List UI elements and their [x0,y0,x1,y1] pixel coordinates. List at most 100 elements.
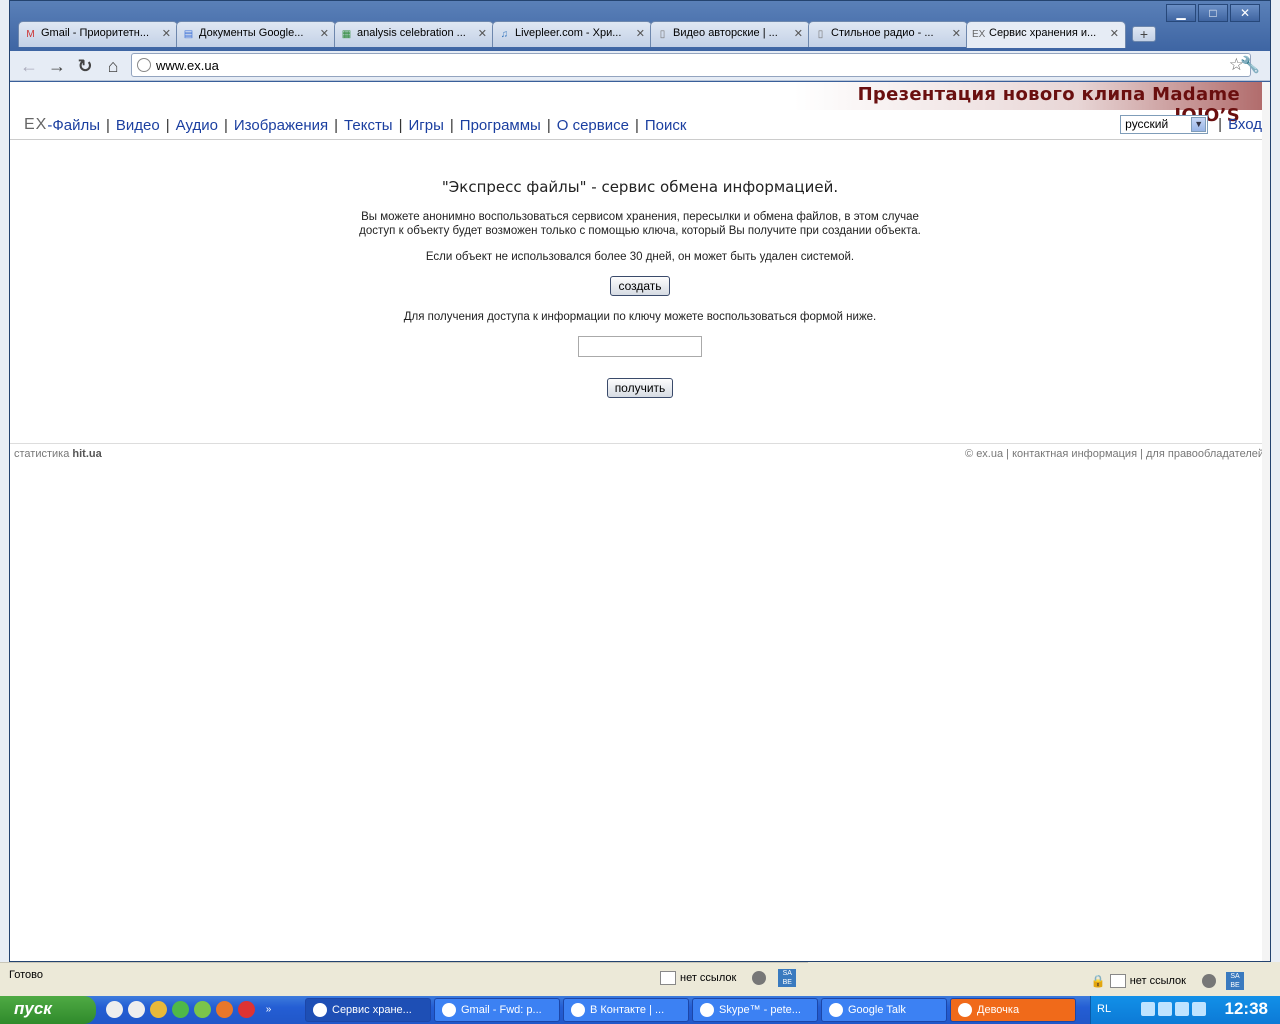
browser-tab[interactable]: M Gmail - Приоритетн... ✕ [18,21,178,47]
address-bar[interactable]: www.ex.ua ☆ [131,53,1251,77]
language-value: русский [1125,117,1169,131]
status-links-secondary-text: нет ссылок [1129,975,1186,987]
taskbar-task[interactable]: Девочка [950,998,1076,1022]
nav-link[interactable]: Изображения [234,117,328,134]
desktop-icon[interactable] [106,1001,123,1018]
promo-banner[interactable]: Презентация нового клипа Madame JOJO’S [794,82,1266,126]
nav-separator: | [546,116,551,134]
chat-bubble-icon [958,1003,972,1017]
flower-icon[interactable] [194,1001,211,1018]
heart-icon[interactable] [1141,1002,1155,1016]
get-button[interactable]: получить [606,378,674,398]
close-icon[interactable]: ✕ [636,27,645,40]
music-note-icon: ♫ [500,29,509,40]
language-select[interactable]: русский ▼ [1120,115,1209,134]
close-icon[interactable]: ✕ [794,27,803,40]
firefox-icon[interactable] [216,1001,233,1018]
task-label: Skype™ - pete... [719,1004,801,1016]
network-icon[interactable] [1192,1002,1206,1016]
browser-tab[interactable]: ▤ Документы Google... ✕ [176,21,336,47]
bug-icon[interactable] [1202,974,1216,988]
home-icon[interactable]: ⌂ [102,55,124,77]
status-text: Готово [9,969,43,981]
chevron-down-icon[interactable]: ▼ [1191,117,1207,132]
nav-link[interactable]: -Файлы [47,117,100,134]
nav-link[interactable]: Видео [116,117,160,134]
close-icon[interactable]: ✕ [478,27,487,40]
shield-icon[interactable] [1158,1002,1172,1016]
nav-link[interactable]: Тексты [344,117,393,134]
page-scrollbar[interactable] [1262,82,1270,961]
contacts-link[interactable]: контактная информация [1012,448,1137,460]
browser-tab[interactable]: ▦ analysis celebration ... ✕ [334,21,494,47]
nav-separator: | [165,116,170,134]
task-label: В Контакте | ... [590,1004,665,1016]
links-icon [1109,974,1126,988]
ex-logo[interactable]: EX [24,116,47,134]
footer-links: © ex.ua | контактная информация | для пр… [965,448,1264,460]
links-icon [660,971,676,985]
task-label: Gmail - Fwd: p... [461,1004,542,1016]
system-tray: RL 12:38 [1090,996,1280,1024]
copyright-link[interactable]: © ex.ua [965,448,1003,460]
close-icon[interactable]: ✕ [1110,27,1119,40]
page-icon: ▯ [659,29,666,40]
sa-badge-icon: SA BE [1226,972,1244,990]
taskbar-task[interactable]: Gmail - Fwd: p... [434,998,560,1022]
rightholders-link[interactable]: для правообладателей [1146,448,1264,460]
taskbar-task[interactable]: Skype™ - pete... [692,998,818,1022]
close-icon[interactable]: ✕ [320,27,329,40]
icq-icon[interactable] [172,1001,189,1018]
app-icon[interactable] [128,1001,145,1018]
nav-link[interactable]: Аудио [176,117,218,134]
browser-tab[interactable]: ♫ Livepleer.com - Хри... ✕ [492,21,652,47]
main-content: "Экспресс файлы" - сервис обмена информа… [10,178,1270,398]
tab-label: Документы Google... [199,27,304,39]
nav-link[interactable]: Игры [409,117,444,134]
gmail-icon: M [26,29,35,40]
start-button[interactable]: пуск [0,996,96,1024]
footer-divider [10,443,1270,444]
lock-icon: 🔒 [1090,974,1106,988]
close-icon[interactable]: ✕ [952,27,961,40]
nav-link[interactable]: О сервисе [557,117,629,134]
reload-icon[interactable]: ↻ [74,55,96,77]
key-input[interactable] [578,336,702,357]
tab-label: Видео авторские | ... [673,27,778,39]
create-button[interactable]: создать [610,276,670,296]
taskbar-task[interactable]: В Контакте | ... [563,998,689,1022]
tab-label: Сервис хранения и... [989,27,1097,39]
nav-divider [10,139,1270,140]
browser-tab[interactable]: EX Сервис хранения и... ✕ [966,21,1126,48]
taskbar-task[interactable]: Сервис хране... [305,998,431,1022]
page-icon: ▯ [817,29,824,40]
maximize-button[interactable]: □ [1198,4,1228,22]
nav-link[interactable]: Поиск [645,117,687,134]
page-title: "Экспресс файлы" - сервис обмена информа… [441,178,839,196]
back-icon[interactable]: ← [18,55,40,77]
minimize-button[interactable]: ▁ [1166,4,1196,22]
login-link[interactable]: Вход [1228,116,1262,133]
opera-icon[interactable] [238,1001,255,1018]
nav-link[interactable]: Программы [460,117,541,134]
chat-bubble-icon [829,1003,843,1017]
wrench-icon[interactable]: 🔧 [1240,55,1260,75]
firefox-icon [571,1003,585,1017]
forward-icon[interactable]: → [46,55,68,77]
chrome-icon[interactable] [150,1001,167,1018]
close-icon[interactable]: ✕ [162,27,171,40]
taskbar-task[interactable]: Google Talk [821,998,947,1022]
speaker-icon[interactable] [1175,1002,1189,1016]
bug-icon[interactable] [752,971,767,985]
browser-window: M Gmail - Приоритетн... ✕ ▤ Документы Google… [9,0,1271,962]
close-button[interactable]: ✕ [1230,4,1260,22]
stats-link[interactable]: статистика hit.ua [14,448,102,460]
browser-tab[interactable]: ▯ Видео авторские | ... ✕ [650,21,810,47]
tab-label: Стильное радио - ... [831,27,934,39]
intro-line-1: Вы можете анонимно воспользоваться серви… [361,211,919,223]
browser-tab[interactable]: ▯ Стильное радио - ... ✕ [808,21,968,47]
new-tab-button[interactable]: + [1132,26,1156,42]
more-icon[interactable]: » [260,1001,277,1018]
title-bar: M Gmail - Приоритетн... ✕ ▤ Документы Google… [10,1,1270,51]
input-language[interactable]: RL [1097,1003,1111,1015]
